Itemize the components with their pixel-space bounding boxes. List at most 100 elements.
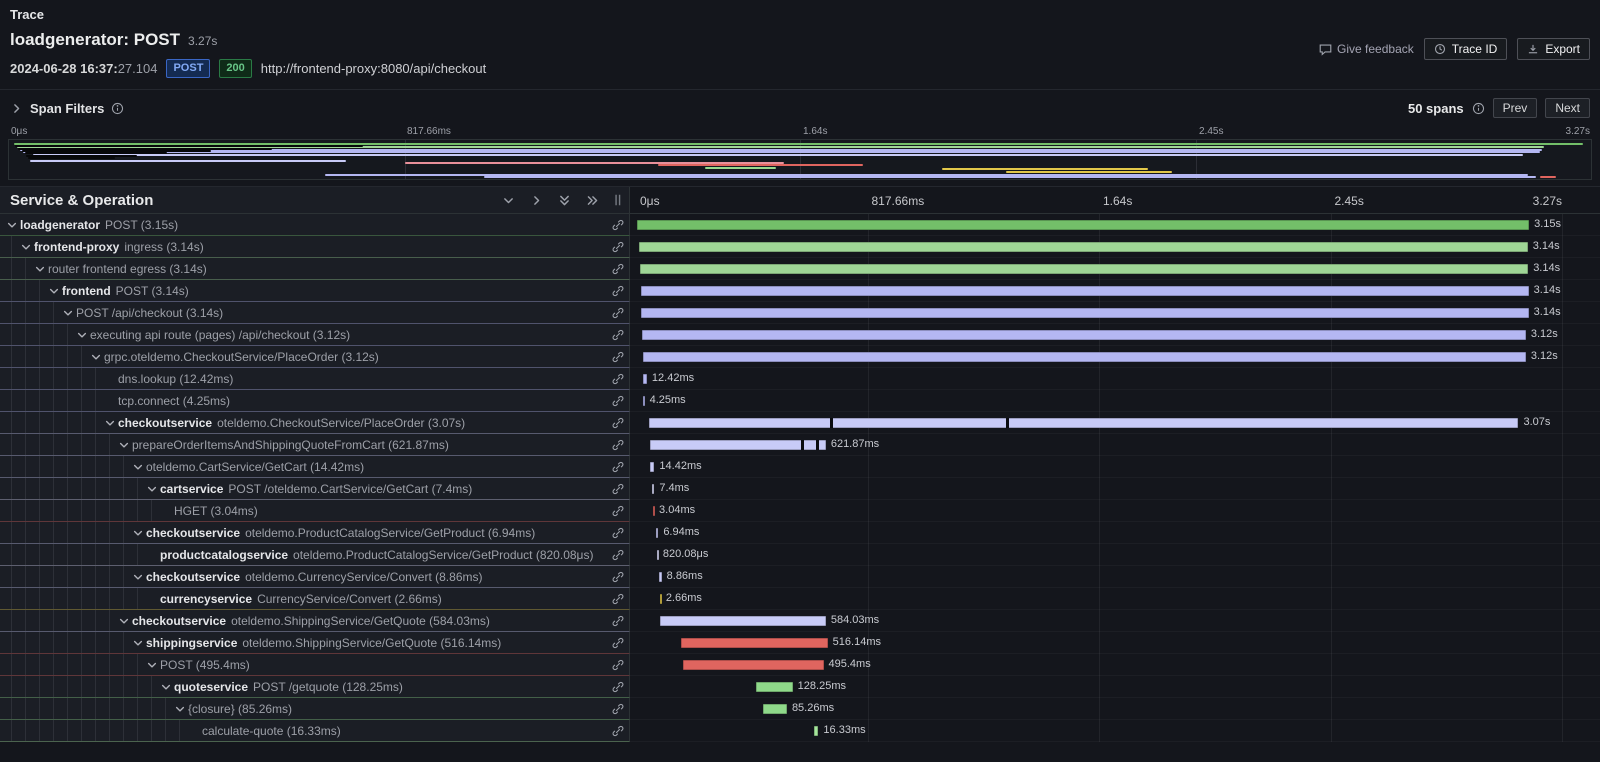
span-bar[interactable] [756,682,792,692]
span-timeline-cell[interactable]: 85.26ms [630,698,1600,720]
span-bar[interactable] [643,352,1526,362]
span-row[interactable]: POST (495.4ms)495.4ms [0,654,1600,676]
span-timeline-cell[interactable]: 3.15s [630,214,1600,236]
chevron-down-icon[interactable] [130,637,146,649]
span-name-cell[interactable]: HGET (3.04ms) [0,500,630,522]
span-link-icon[interactable] [607,659,629,671]
chevron-down-icon[interactable] [60,307,76,319]
span-timeline-cell[interactable]: 516.14ms [630,632,1600,654]
span-link-icon[interactable] [607,571,629,583]
span-name-cell[interactable]: executing api route (pages) /api/checkou… [0,324,630,346]
span-row[interactable]: grpc.oteldemo.CheckoutService/PlaceOrder… [0,346,1600,368]
chevron-down-icon[interactable] [144,659,160,671]
span-timeline-cell[interactable]: 4.25ms [630,390,1600,412]
trace-minimap[interactable]: 0μs817.66ms1.64s2.45s3.27s [8,126,1592,180]
chevron-down-icon[interactable] [130,461,146,473]
chevron-down-icon[interactable] [172,703,188,715]
span-link-icon[interactable] [607,439,629,451]
span-bar[interactable] [641,308,1529,318]
span-link-icon[interactable] [607,637,629,649]
span-timeline-cell[interactable]: 3.14s [630,236,1600,258]
span-link-icon[interactable] [607,725,629,737]
double-chevron-right-icon[interactable] [586,194,599,207]
span-name-cell[interactable]: checkoutserviceoteldemo.CurrencyService/… [0,566,630,588]
double-chevron-down-icon[interactable] [558,194,571,207]
span-bar[interactable] [660,594,662,604]
span-link-icon[interactable] [607,329,629,341]
chevron-down-icon[interactable] [74,329,90,341]
span-name-cell[interactable]: prepareOrderItemsAndShippingQuoteFromCar… [0,434,630,456]
span-bar[interactable] [656,528,658,538]
span-name-cell[interactable]: grpc.oteldemo.CheckoutService/PlaceOrder… [0,346,630,368]
span-link-icon[interactable] [607,263,629,275]
span-name-cell[interactable]: {closure} (85.26ms) [0,698,630,720]
span-row[interactable]: currencyserviceCurrencyService/Convert (… [0,588,1600,610]
chevron-down-icon[interactable] [4,219,20,231]
span-bar[interactable] [681,638,827,648]
chevron-down-icon[interactable] [88,351,104,363]
span-timeline-cell[interactable]: 3.12s [630,346,1600,368]
span-bar[interactable] [643,374,647,384]
span-name-cell[interactable]: POST /api/checkout (3.14s) [0,302,630,324]
span-bar[interactable] [643,396,645,406]
chevron-down-icon[interactable] [502,194,515,207]
span-bar[interactable] [652,484,654,494]
span-filters-toggle[interactable]: Span Filters [10,101,124,116]
span-bar[interactable] [653,506,655,516]
span-bar[interactable] [640,264,1528,274]
span-name-cell[interactable]: checkoutserviceoteldemo.ProductCatalogSe… [0,522,630,544]
span-row[interactable]: productcatalogserviceoteldemo.ProductCat… [0,544,1600,566]
span-row[interactable]: oteldemo.CartService/GetCart (14.42ms)14… [0,456,1600,478]
span-bar[interactable] [639,242,1528,252]
span-timeline-cell[interactable]: 128.25ms [630,676,1600,698]
span-timeline-cell[interactable]: 3.07s [630,412,1600,434]
span-name-cell[interactable]: router frontend egress (3.14s) [0,258,630,280]
minimap-canvas[interactable] [8,139,1592,180]
span-name-cell[interactable]: loadgeneratorPOST (3.15s) [0,214,630,236]
span-row[interactable]: frontend-proxyingress (3.14s)3.14s [0,236,1600,258]
span-timeline-cell[interactable]: 3.14s [630,258,1600,280]
span-timeline-cell[interactable]: 14.42ms [630,456,1600,478]
span-bar[interactable] [637,220,1529,230]
span-link-icon[interactable] [607,483,629,495]
span-row[interactable]: prepareOrderItemsAndShippingQuoteFromCar… [0,434,1600,456]
span-link-icon[interactable] [607,461,629,473]
span-name-cell[interactable]: shippingserviceoteldemo.ShippingService/… [0,632,630,654]
span-bar[interactable] [649,418,1519,428]
span-name-cell[interactable]: frontendPOST (3.14s) [0,280,630,302]
span-name-cell[interactable]: dns.lookup (12.42ms) [0,368,630,390]
span-link-icon[interactable] [607,351,629,363]
span-name-cell[interactable]: tcp.connect (4.25ms) [0,390,630,412]
span-bar[interactable] [641,286,1529,296]
span-bar[interactable] [659,572,662,582]
span-name-cell[interactable]: POST (495.4ms) [0,654,630,676]
span-name-cell[interactable]: quoteservicePOST /getquote (128.25ms) [0,676,630,698]
next-button[interactable]: Next [1545,98,1590,118]
span-timeline-cell[interactable]: 2.66ms [630,588,1600,610]
span-row[interactable]: router frontend egress (3.14s)3.14s [0,258,1600,280]
span-bar[interactable] [814,726,819,736]
span-row[interactable]: checkoutserviceoteldemo.CheckoutService/… [0,412,1600,434]
span-row[interactable]: checkoutserviceoteldemo.ProductCatalogSe… [0,522,1600,544]
span-bar[interactable] [657,550,659,560]
span-link-icon[interactable] [607,527,629,539]
span-row[interactable]: checkoutserviceoteldemo.CurrencyService/… [0,566,1600,588]
span-row[interactable]: tcp.connect (4.25ms)4.25ms [0,390,1600,412]
chevron-down-icon[interactable] [130,527,146,539]
info-circle-icon[interactable] [1472,102,1485,115]
span-name-cell[interactable]: cartservicePOST /oteldemo.CartService/Ge… [0,478,630,500]
chevron-down-icon[interactable] [32,263,48,275]
span-link-icon[interactable] [607,549,629,561]
chevron-right-icon[interactable] [530,194,543,207]
span-timeline-cell[interactable]: 584.03ms [630,610,1600,632]
span-timeline-cell[interactable]: 6.94ms [630,522,1600,544]
span-timeline-cell[interactable]: 3.04ms [630,500,1600,522]
span-timeline-cell[interactable]: 3.14s [630,280,1600,302]
span-link-icon[interactable] [607,373,629,385]
span-link-icon[interactable] [607,703,629,715]
span-row[interactable]: loadgeneratorPOST (3.15s)3.15s [0,214,1600,236]
span-row[interactable]: dns.lookup (12.42ms)12.42ms [0,368,1600,390]
span-name-cell[interactable]: calculate-quote (16.33ms) [0,720,630,742]
span-timeline-cell[interactable]: 8.86ms [630,566,1600,588]
chevron-down-icon[interactable] [116,439,132,451]
